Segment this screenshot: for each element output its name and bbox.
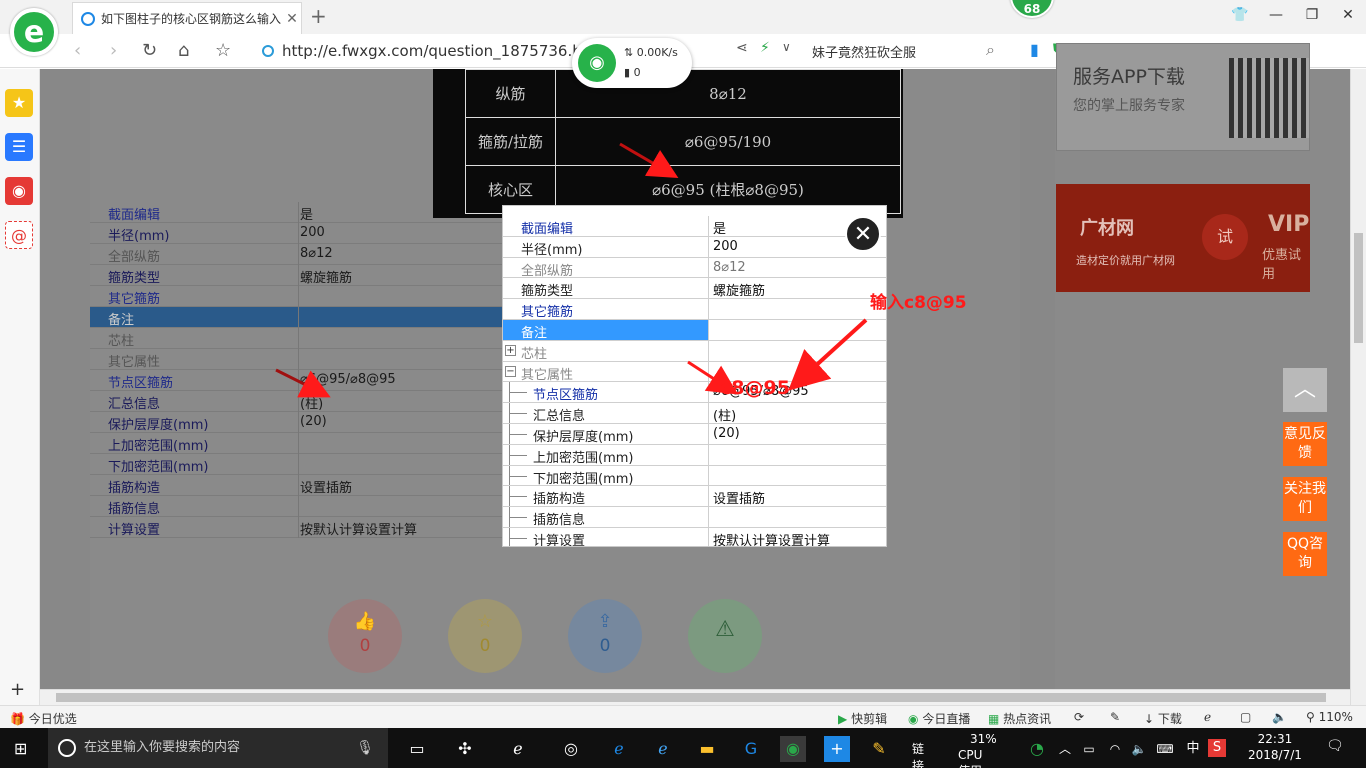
arrow-to-node-rebar <box>275 368 331 398</box>
annotation-cell-value: c8@95 <box>720 377 790 399</box>
annotation-input-hint: 输入c8@95 <box>870 293 967 313</box>
annotation-arrows <box>275 142 868 398</box>
arrow-to-input <box>788 318 868 391</box>
arrow-to-core <box>619 142 679 179</box>
